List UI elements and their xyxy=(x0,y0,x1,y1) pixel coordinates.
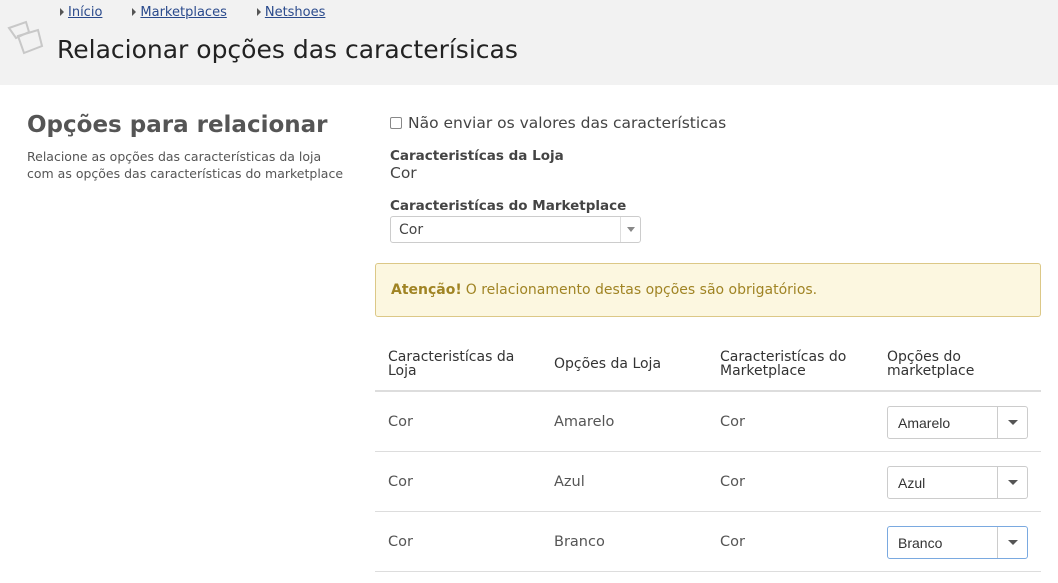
form-panel: Não enviar os valores das característica… xyxy=(375,110,1043,572)
chevron-down-icon[interactable] xyxy=(997,527,1027,558)
header-marketplace-option: Opções do marketplace xyxy=(887,349,975,379)
cell-store-characteristic: Cor xyxy=(388,414,413,430)
left-panel: Opções para relacionar Relacione as opçõ… xyxy=(27,112,357,182)
marketplace-characteristic-label: Caracteristícas do Marketplace xyxy=(390,198,627,214)
marketplace-characteristic-selected: Cor xyxy=(399,222,424,238)
breadcrumb-item-marketplaces[interactable]: Marketplaces xyxy=(132,3,227,21)
table-row: Cor Azul Cor Azul xyxy=(375,452,1041,512)
header-marketplace-characteristic: Caracteristícas do Marketplace xyxy=(720,349,847,379)
page-header: Início Marketplaces Netshoes Relacionar … xyxy=(0,0,1058,85)
marketplace-option-select[interactable]: Amarelo xyxy=(887,406,1028,439)
breadcrumb-link-netshoes[interactable]: Netshoes xyxy=(265,5,326,20)
dont-send-values-row[interactable]: Não enviar os valores das característica… xyxy=(390,110,1043,136)
cell-store-characteristic: Cor xyxy=(388,534,413,550)
table-row: Cor Amarelo Cor Amarelo xyxy=(375,392,1041,452)
caret-right-icon xyxy=(60,8,64,16)
cell-marketplace-characteristic: Cor xyxy=(720,474,745,490)
store-characteristic-value: Cor xyxy=(390,164,417,182)
options-table: Caracteristícas da Loja Opções da Loja C… xyxy=(375,340,1041,572)
alert-text: O relacionamento destas opções são obrig… xyxy=(465,282,818,298)
marketplace-characteristic-select[interactable]: Cor xyxy=(390,216,641,243)
logo-icon xyxy=(7,20,44,55)
header-store-characteristic: Caracteristícas da Loja xyxy=(388,349,515,379)
table-header: Caracteristícas da Loja Opções da Loja C… xyxy=(375,340,1041,392)
dont-send-values-label[interactable]: Não enviar os valores das característica… xyxy=(408,114,726,132)
cell-marketplace-characteristic: Cor xyxy=(720,414,745,430)
table-row: Cor Branco Cor Branco xyxy=(375,512,1041,572)
chevron-down-icon[interactable] xyxy=(620,217,640,242)
cell-marketplace-characteristic: Cor xyxy=(720,534,745,550)
chevron-down-icon[interactable] xyxy=(997,407,1027,438)
warning-alert: Atenção! O relacionamento destas opções … xyxy=(375,263,1041,317)
chevron-down-icon[interactable] xyxy=(997,467,1027,498)
marketplace-option-select[interactable]: Branco xyxy=(887,526,1028,559)
breadcrumb-link-marketplaces[interactable]: Marketplaces xyxy=(140,5,226,20)
marketplace-option-select[interactable]: Azul xyxy=(887,466,1028,499)
breadcrumb: Início Marketplaces Netshoes xyxy=(60,3,355,21)
breadcrumb-item-netshoes[interactable]: Netshoes xyxy=(256,3,326,21)
cell-store-option: Azul xyxy=(554,474,585,490)
marketplace-option-selected: Branco xyxy=(898,535,943,551)
page-title: Relacionar opções das caracterísicas xyxy=(57,35,518,64)
cell-store-option: Amarelo xyxy=(554,414,615,430)
marketplace-option-selected: Amarelo xyxy=(898,415,951,431)
caret-right-icon xyxy=(256,8,261,16)
breadcrumb-link-inicio[interactable]: Início xyxy=(68,5,102,20)
store-characteristic-label: Caracteristícas da Loja xyxy=(390,148,564,164)
alert-strong: Atenção! xyxy=(391,282,462,298)
section-title: Opções para relacionar xyxy=(27,112,328,138)
marketplace-option-selected: Azul xyxy=(898,475,926,491)
caret-right-icon xyxy=(132,8,137,16)
cell-store-characteristic: Cor xyxy=(388,474,413,490)
section-description: Relacione as opções das características … xyxy=(27,149,344,181)
dont-send-values-checkbox[interactable] xyxy=(390,117,402,129)
cell-store-option: Branco xyxy=(554,534,605,550)
header-store-option: Opções da Loja xyxy=(554,356,662,372)
breadcrumb-item-inicio[interactable]: Início xyxy=(60,3,102,21)
